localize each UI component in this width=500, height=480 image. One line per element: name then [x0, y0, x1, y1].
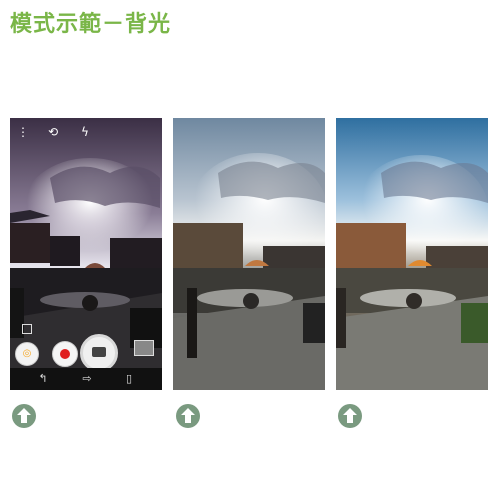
result-photo-enhanced: [336, 118, 488, 390]
gallery-thumbnail[interactable]: [134, 340, 154, 356]
home-icon[interactable]: ⇨: [80, 372, 94, 386]
backlit-scene-neutral: [173, 118, 325, 390]
upload-arrow-icon: [12, 404, 36, 428]
record-video-button[interactable]: [52, 341, 78, 367]
page-title: 模式示範－背光: [10, 12, 172, 37]
more-options-icon[interactable]: ⋮: [16, 125, 30, 139]
upload-arrow-icon: [176, 404, 200, 428]
flash-icon[interactable]: ϟ: [78, 125, 92, 139]
face-detect-icon: [22, 324, 32, 334]
recents-icon[interactable]: ▯: [122, 372, 136, 386]
upload-arrow-icon: [338, 404, 362, 428]
backlit-scene-enhanced: [336, 118, 488, 390]
navigation-bar: ↰ ⇨ ▯: [10, 368, 162, 390]
back-icon[interactable]: ↰: [36, 372, 50, 386]
camera-preview-panel: ⋮ ⟲ ϟ ◎ ↰ ⇨ ▯: [10, 118, 162, 390]
result-photo-neutral: [173, 118, 325, 390]
switch-camera-icon[interactable]: ⟲: [46, 125, 60, 139]
mode-icon[interactable]: ◎: [15, 342, 39, 366]
shutter-button[interactable]: [80, 334, 118, 372]
